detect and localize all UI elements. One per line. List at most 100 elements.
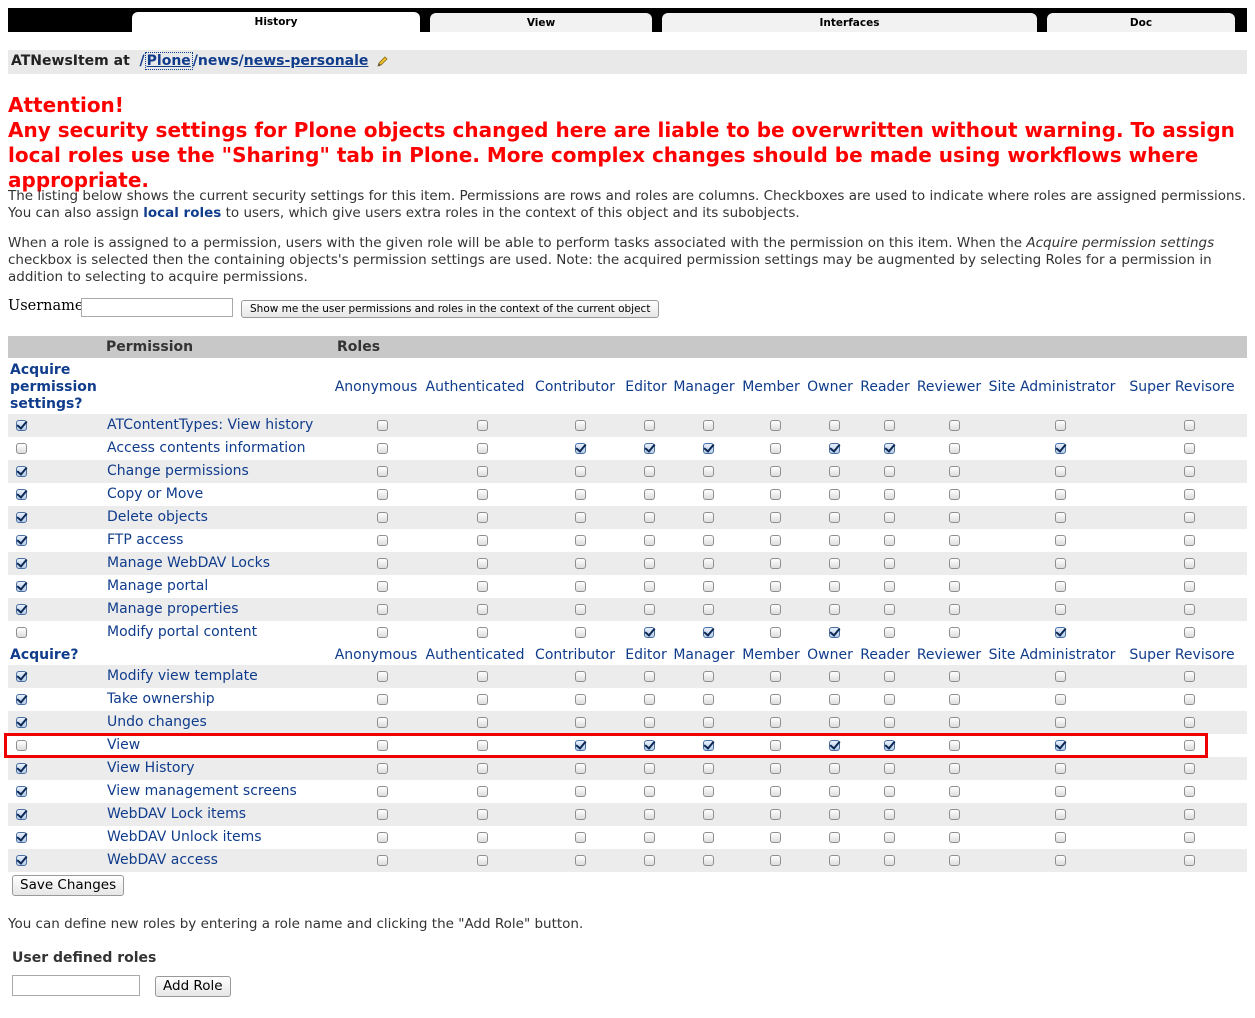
role-checkbox-authenticated[interactable] [477, 558, 488, 569]
role-checkbox-reader[interactable] [884, 535, 895, 546]
role-checkbox-authenticated[interactable] [477, 512, 488, 523]
role-checkbox-editor[interactable] [644, 558, 655, 569]
role-header-editor[interactable]: Editor [625, 647, 666, 663]
role-checkbox-super-revisore[interactable] [1184, 786, 1195, 797]
role-checkbox-super-revisore[interactable] [1184, 466, 1195, 477]
acquire-checkbox[interactable] [16, 786, 27, 797]
role-checkbox-reviewer[interactable] [949, 786, 960, 797]
role-checkbox-contributor[interactable] [575, 855, 586, 866]
role-checkbox-reviewer[interactable] [949, 717, 960, 728]
role-checkbox-contributor[interactable] [575, 558, 586, 569]
save-changes-button[interactable]: Save Changes [12, 875, 125, 896]
role-checkbox-contributor[interactable] [575, 466, 586, 477]
role-checkbox-manager[interactable] [703, 443, 714, 454]
role-checkbox-contributor[interactable] [575, 420, 586, 431]
permission-link[interactable]: Manage properties [107, 601, 239, 617]
username-input[interactable] [81, 298, 233, 317]
role-checkbox-editor[interactable] [644, 832, 655, 843]
role-checkbox-member[interactable] [770, 512, 781, 523]
breadcrumb-news-link[interactable]: news [198, 53, 239, 69]
acquire-checkbox[interactable] [16, 855, 27, 866]
role-checkbox-site-administrator[interactable] [1055, 832, 1066, 843]
role-checkbox-anonymous[interactable] [377, 694, 388, 705]
role-header-super-revisore[interactable]: Super Revisore [1129, 647, 1234, 663]
role-checkbox-anonymous[interactable] [377, 832, 388, 843]
role-checkbox-site-administrator[interactable] [1055, 855, 1066, 866]
role-checkbox-editor[interactable] [644, 489, 655, 500]
role-checkbox-member[interactable] [770, 558, 781, 569]
role-checkbox-contributor[interactable] [575, 512, 586, 523]
permission-link[interactable]: Take ownership [107, 691, 215, 707]
role-checkbox-anonymous[interactable] [377, 512, 388, 523]
role-header-site-administrator[interactable]: Site Administrator [989, 379, 1116, 395]
role-checkbox-editor[interactable] [644, 581, 655, 592]
permission-link[interactable]: Manage WebDAV Locks [107, 555, 270, 571]
role-checkbox-super-revisore[interactable] [1184, 717, 1195, 728]
role-header-reviewer[interactable]: Reviewer [917, 379, 981, 395]
role-checkbox-reviewer[interactable] [949, 489, 960, 500]
role-checkbox-manager[interactable] [703, 558, 714, 569]
role-checkbox-contributor[interactable] [575, 763, 586, 774]
role-checkbox-authenticated[interactable] [477, 786, 488, 797]
role-checkbox-contributor[interactable] [575, 489, 586, 500]
role-header-authenticated[interactable]: Authenticated [426, 379, 525, 395]
role-checkbox-editor[interactable] [644, 604, 655, 615]
role-checkbox-manager[interactable] [703, 420, 714, 431]
role-checkbox-site-administrator[interactable] [1055, 489, 1066, 500]
role-checkbox-reader[interactable] [884, 512, 895, 523]
role-checkbox-editor[interactable] [644, 627, 655, 638]
role-header-site-administrator[interactable]: Site Administrator [989, 647, 1116, 663]
role-checkbox-manager[interactable] [703, 489, 714, 500]
role-checkbox-manager[interactable] [703, 512, 714, 523]
role-checkbox-reviewer[interactable] [949, 832, 960, 843]
permission-link[interactable]: WebDAV Lock items [107, 806, 246, 822]
role-header-reviewer[interactable]: Reviewer [917, 647, 981, 663]
role-checkbox-contributor[interactable] [575, 809, 586, 820]
role-checkbox-anonymous[interactable] [377, 581, 388, 592]
role-checkbox-manager[interactable] [703, 763, 714, 774]
role-checkbox-authenticated[interactable] [477, 832, 488, 843]
permission-link[interactable]: WebDAV Unlock items [107, 829, 262, 845]
role-checkbox-owner[interactable] [829, 786, 840, 797]
role-header-contributor[interactable]: Contributor [535, 379, 615, 395]
role-checkbox-owner[interactable] [829, 581, 840, 592]
role-checkbox-super-revisore[interactable] [1184, 581, 1195, 592]
role-checkbox-manager[interactable] [703, 694, 714, 705]
role-header-anonymous[interactable]: Anonymous [335, 647, 418, 663]
tab-view[interactable]: View [430, 13, 652, 32]
role-checkbox-manager[interactable] [703, 671, 714, 682]
permission-link[interactable]: Manage portal [107, 578, 208, 594]
role-checkbox-anonymous[interactable] [377, 671, 388, 682]
role-checkbox-anonymous[interactable] [377, 786, 388, 797]
role-checkbox-anonymous[interactable] [377, 809, 388, 820]
role-checkbox-reviewer[interactable] [949, 558, 960, 569]
role-checkbox-member[interactable] [770, 420, 781, 431]
role-checkbox-reader[interactable] [884, 671, 895, 682]
role-checkbox-anonymous[interactable] [377, 466, 388, 477]
role-checkbox-member[interactable] [770, 809, 781, 820]
role-checkbox-owner[interactable] [829, 535, 840, 546]
role-checkbox-editor[interactable] [644, 443, 655, 454]
role-checkbox-authenticated[interactable] [477, 671, 488, 682]
role-checkbox-reader[interactable] [884, 809, 895, 820]
role-checkbox-super-revisore[interactable] [1184, 535, 1195, 546]
breadcrumb-plone-link[interactable]: Plone [144, 52, 193, 70]
role-header-contributor[interactable]: Contributor [535, 647, 615, 663]
permission-link[interactable]: Modify view template [107, 668, 258, 684]
role-checkbox-manager[interactable] [703, 786, 714, 797]
tab-history[interactable]: History [132, 12, 420, 32]
role-checkbox-reader[interactable] [884, 558, 895, 569]
role-checkbox-contributor[interactable] [575, 627, 586, 638]
role-checkbox-editor[interactable] [644, 717, 655, 728]
role-checkbox-authenticated[interactable] [477, 466, 488, 477]
role-checkbox-member[interactable] [770, 489, 781, 500]
role-checkbox-reviewer[interactable] [949, 512, 960, 523]
role-checkbox-super-revisore[interactable] [1184, 512, 1195, 523]
role-header-reader[interactable]: Reader [860, 647, 910, 663]
role-checkbox-owner[interactable] [829, 420, 840, 431]
role-checkbox-reviewer[interactable] [949, 627, 960, 638]
acquire-checkbox[interactable] [16, 535, 27, 546]
role-header-member[interactable]: Member [742, 379, 800, 395]
role-header-reader[interactable]: Reader [860, 379, 910, 395]
role-checkbox-owner[interactable] [829, 809, 840, 820]
